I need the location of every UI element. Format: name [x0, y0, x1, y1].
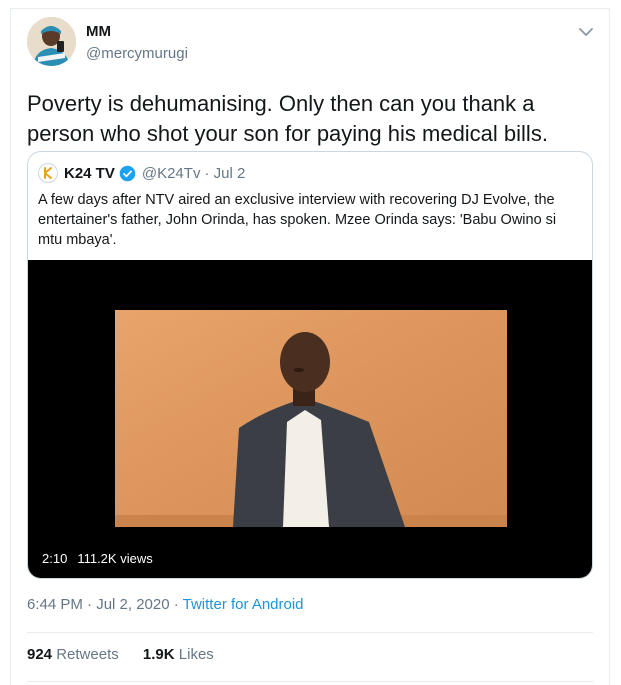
tweet-stats: 924 Retweets 1.9K Likes — [27, 646, 234, 663]
tweet-time[interactable]: 6:44 PM · Jul 2, 2020 · — [27, 596, 183, 613]
tweet-source-link[interactable]: Twitter for Android — [183, 596, 304, 613]
author-display-name[interactable]: MM — [86, 23, 111, 40]
video-player[interactable]: 2:10 111.2K views — [28, 260, 592, 578]
quoted-display-name[interactable]: K24 TV — [64, 165, 115, 182]
likes-count: 1.9K — [142, 646, 175, 663]
divider — [27, 681, 593, 682]
chevron-down-icon[interactable] — [577, 23, 595, 41]
verified-badge-icon — [119, 165, 136, 181]
video-views: 111.2K views — [77, 551, 153, 566]
quoted-handle[interactable]: @K24Tv — [142, 165, 201, 182]
retweets-count: 924 — [27, 646, 53, 663]
video-meta: 2:10 111.2K views — [42, 551, 153, 566]
tweet-text: Poverty is dehumanising. Only then can y… — [27, 91, 548, 146]
retweets-label: Retweets — [56, 646, 119, 663]
avatar[interactable] — [27, 17, 76, 66]
likes-label: Likes — [178, 646, 214, 663]
quoted-date[interactable]: · Jul 2 — [204, 165, 245, 182]
k24-logo-icon — [38, 163, 58, 183]
avatar-image — [27, 17, 76, 66]
quoted-tweet-text: A few days after NTV aired an exclusive … — [38, 192, 557, 248]
author-handle[interactable]: @mercymurugi — [86, 45, 188, 62]
tweet-card: MM @mercymurugi Poverty is dehumanising.… — [10, 8, 610, 685]
quoted-tweet-header: K24 TV @K24Tv · Jul 2 — [38, 162, 245, 184]
quoted-tweet[interactable]: K24 TV @K24Tv · Jul 2 A few days after N… — [27, 151, 593, 579]
video-thumbnail — [115, 310, 507, 527]
likes-stat[interactable]: 1.9K Likes — [143, 646, 214, 663]
retweets-stat[interactable]: 924 Retweets — [27, 646, 119, 663]
tweet-timestamp: 6:44 PM · Jul 2, 2020 · Twitter for Andr… — [27, 596, 304, 613]
video-duration: 2:10 — [42, 551, 68, 566]
divider — [27, 632, 593, 633]
